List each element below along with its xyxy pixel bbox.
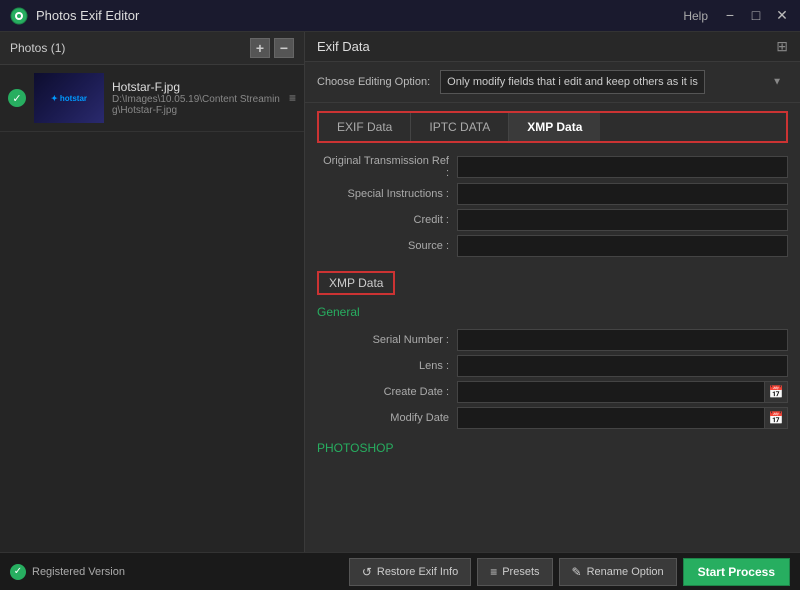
create-date-input[interactable] — [457, 381, 764, 403]
create-date-calendar-button[interactable]: 📅 — [764, 381, 788, 403]
select-arrow-icon: ▼ — [772, 77, 782, 88]
tab-exif[interactable]: EXIF Data — [319, 113, 411, 141]
rename-label: Rename Option — [587, 566, 664, 578]
form-row: Original Transmission Ref : — [317, 155, 788, 179]
tab-iptc[interactable]: IPTC DATA — [411, 113, 509, 141]
photo-list: ✦ hotstar Hotstar-F.jpg D:\Images\10.05.… — [0, 65, 304, 552]
form-row: Source : — [317, 235, 788, 257]
start-process-label: Start Process — [698, 565, 775, 579]
photo-path: D:\Images\10.05.19\Content Streaming\Hot… — [112, 94, 281, 116]
title-bar: Photos Exif Editor Help − □ ✕ — [0, 0, 800, 32]
maximize-button[interactable]: □ — [748, 7, 764, 24]
title-bar-left: Photos Exif Editor — [10, 7, 139, 25]
form-label: Lens : — [317, 360, 457, 372]
serial-number-input[interactable] — [457, 329, 788, 351]
registered-label: Registered Version — [32, 566, 125, 578]
form-row: Serial Number : — [317, 329, 788, 351]
form-row: Credit : — [317, 209, 788, 231]
add-photo-button[interactable]: + — [250, 38, 270, 58]
photo-thumbnail: ✦ hotstar — [34, 73, 104, 123]
form-label: Special Instructions : — [317, 188, 457, 200]
exif-data-title: Exif Data — [317, 39, 370, 54]
editing-option-label: Choose Editing Option: — [317, 76, 430, 88]
photos-panel-title: Photos (1) — [10, 41, 65, 55]
tabs-container: EXIF Data IPTC DATA XMP Data — [317, 111, 788, 143]
panel-settings-icon[interactable]: ⊞ — [776, 38, 788, 55]
form-row: Lens : — [317, 355, 788, 377]
restore-label: Restore Exif Info — [377, 566, 458, 578]
editing-option-wrapper: Only modify fields that i edit and keep … — [440, 70, 788, 94]
photo-name: Hotstar-F.jpg — [112, 80, 281, 94]
modify-date-wrapper: 📅 — [457, 407, 788, 429]
registered-version: Registered Version — [10, 564, 125, 580]
restore-exif-button[interactable]: ↺ Restore Exif Info — [349, 558, 471, 586]
presets-button[interactable]: ≡ Presets — [477, 558, 552, 586]
close-button[interactable]: ✕ — [774, 7, 790, 24]
title-bar-right: Help − □ ✕ — [683, 7, 790, 24]
app-title: Photos Exif Editor — [36, 8, 139, 23]
form-label: Modify Date — [317, 412, 457, 424]
lens-input[interactable] — [457, 355, 788, 377]
form-row: Create Date : 📅 — [317, 381, 788, 403]
editing-option-select[interactable]: Only modify fields that i edit and keep … — [440, 70, 705, 94]
presets-icon: ≡ — [490, 565, 497, 579]
photo-checkbox[interactable] — [8, 89, 26, 107]
form-row: Modify Date 📅 — [317, 407, 788, 429]
presets-label: Presets — [502, 566, 539, 578]
xmp-fields-section: Serial Number : Lens : Create Date : 📅 M… — [305, 325, 800, 437]
form-row: Special Instructions : — [317, 183, 788, 205]
rename-icon: ✎ — [572, 565, 582, 579]
minimize-button[interactable]: − — [722, 7, 738, 24]
form-label: Serial Number : — [317, 334, 457, 346]
help-menu[interactable]: Help — [683, 9, 708, 23]
form-label: Source : — [317, 240, 457, 252]
photoshop-section-label: PHOTOSHOP — [305, 437, 800, 461]
original-transmission-input[interactable] — [457, 156, 788, 178]
photo-menu-icon[interactable]: ≡ — [289, 91, 296, 105]
restore-icon: ↺ — [362, 565, 372, 579]
main-layout: Photos (1) + − ✦ hotstar Hotstar-F.jpg D… — [0, 32, 800, 552]
xmp-section-label: XMP Data — [329, 276, 383, 290]
credit-input[interactable] — [457, 209, 788, 231]
form-label: Credit : — [317, 214, 457, 226]
left-panel: Photos (1) + − ✦ hotstar Hotstar-F.jpg D… — [0, 32, 305, 552]
xmp-section-box: XMP Data — [317, 271, 395, 295]
remove-photo-button[interactable]: − — [274, 38, 294, 58]
create-date-wrapper: 📅 — [457, 381, 788, 403]
list-item[interactable]: ✦ hotstar Hotstar-F.jpg D:\Images\10.05.… — [0, 65, 304, 132]
form-label: Original Transmission Ref : — [317, 155, 457, 179]
window-controls: − □ ✕ — [722, 7, 790, 24]
header-icons: + − — [250, 38, 294, 58]
bottom-bar: Registered Version ↺ Restore Exif Info ≡… — [0, 552, 800, 590]
editing-option-bar: Choose Editing Option: Only modify field… — [305, 62, 800, 103]
source-input[interactable] — [457, 235, 788, 257]
photo-info: Hotstar-F.jpg D:\Images\10.05.19\Content… — [112, 80, 281, 116]
start-process-button[interactable]: Start Process — [683, 558, 790, 586]
modify-date-input[interactable] — [457, 407, 764, 429]
special-instructions-input[interactable] — [457, 183, 788, 205]
content-scroll[interactable]: Original Transmission Ref : Special Inst… — [305, 151, 800, 552]
right-panel-header: Exif Data ⊞ — [305, 32, 800, 62]
thumb-inner: ✦ hotstar — [34, 73, 104, 123]
tab-xmp[interactable]: XMP Data — [509, 113, 600, 141]
app-icon — [10, 7, 28, 25]
rename-option-button[interactable]: ✎ Rename Option — [559, 558, 677, 586]
xmp-general-heading: General — [305, 301, 800, 325]
registered-checkmark-icon — [10, 564, 26, 580]
left-panel-header: Photos (1) + − — [0, 32, 304, 65]
form-label: Create Date : — [317, 386, 457, 398]
bottom-actions: ↺ Restore Exif Info ≡ Presets ✎ Rename O… — [349, 558, 790, 586]
right-panel: Exif Data ⊞ Choose Editing Option: Only … — [305, 32, 800, 552]
modify-date-calendar-button[interactable]: 📅 — [764, 407, 788, 429]
hotstar-logo: ✦ hotstar — [51, 94, 87, 103]
iptc-fields-section: Original Transmission Ref : Special Inst… — [305, 151, 800, 265]
